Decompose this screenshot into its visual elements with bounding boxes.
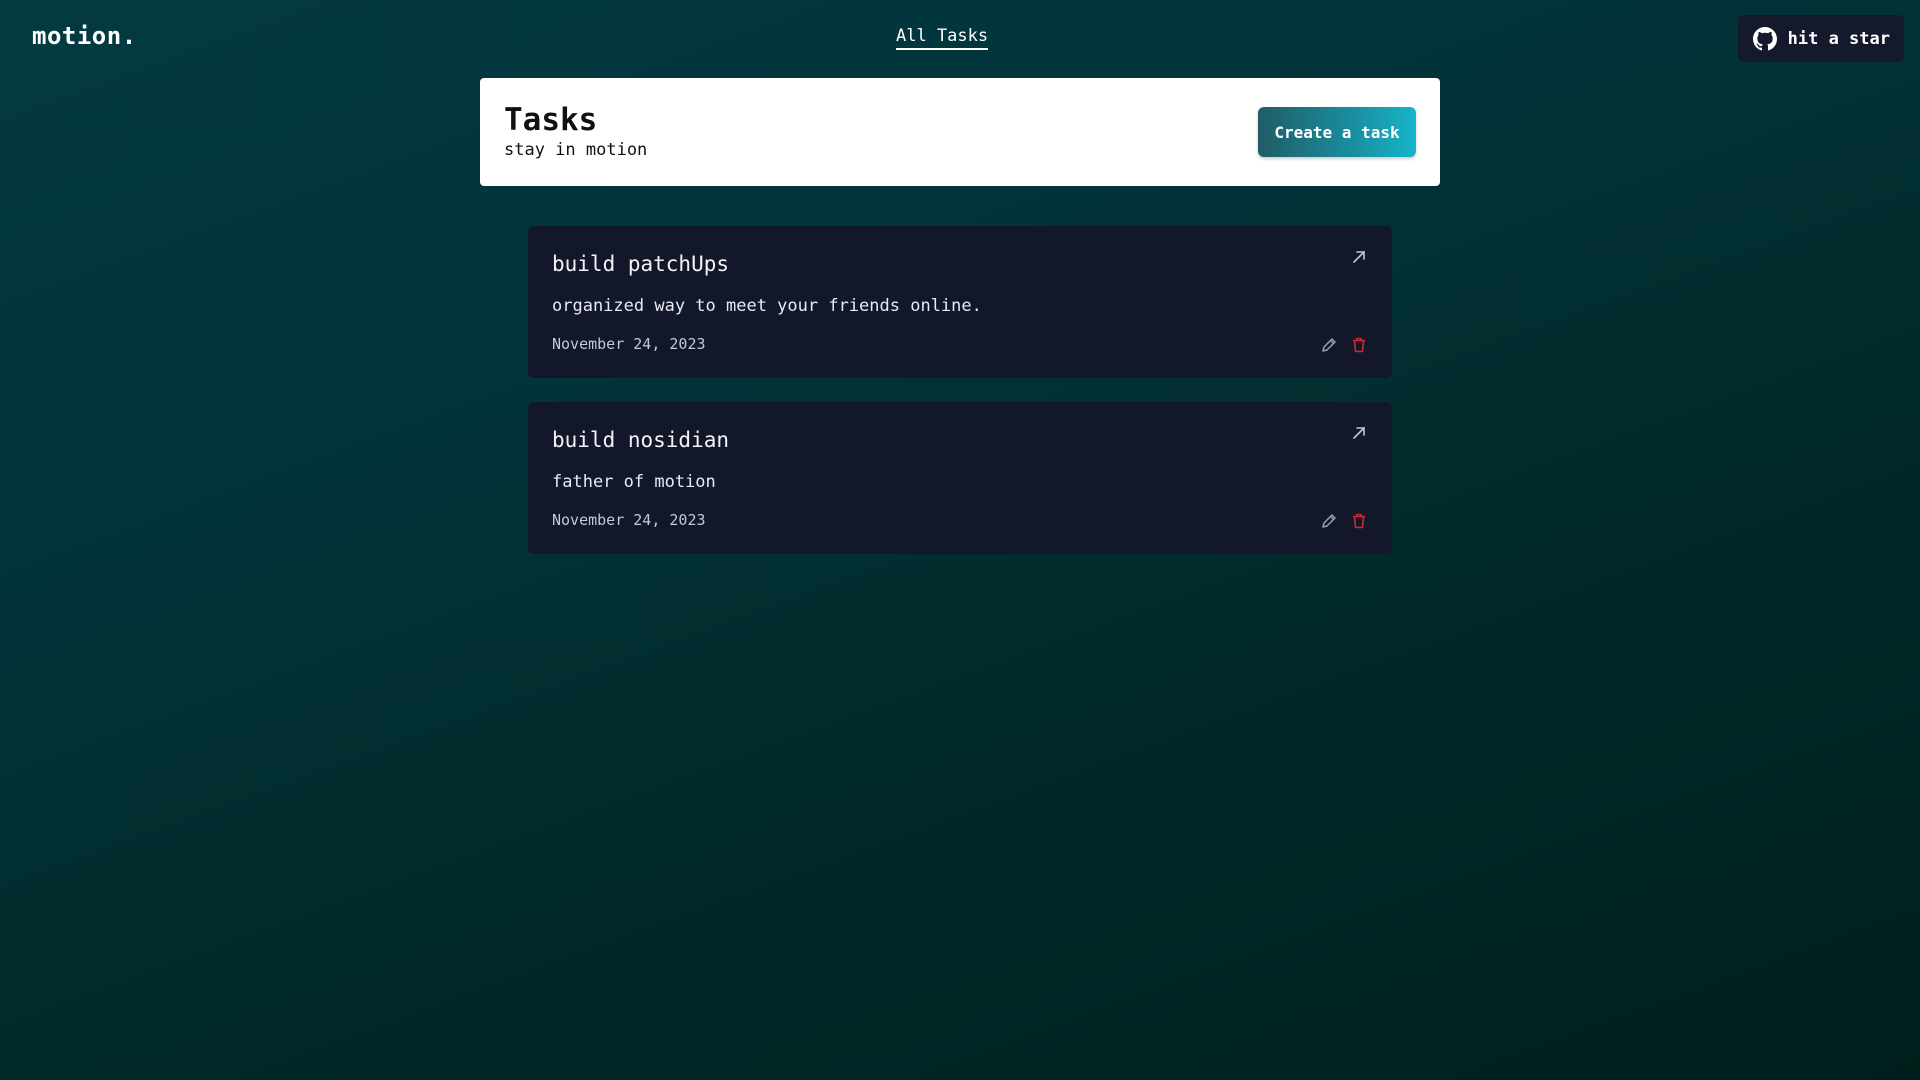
page-title: Tasks (504, 102, 598, 138)
edit-pencil-icon[interactable] (1318, 334, 1340, 356)
page-subtitle: stay in motion (504, 140, 648, 160)
task-date: November 24, 2023 (552, 335, 706, 353)
delete-trash-icon[interactable] (1348, 510, 1370, 532)
task-card: build patchUps organized way to meet you… (528, 226, 1392, 378)
task-description: organized way to meet your friends onlin… (552, 296, 982, 316)
edit-pencil-icon[interactable] (1318, 510, 1340, 532)
task-title: build nosidian (552, 428, 730, 452)
task-description: father of motion (552, 472, 716, 492)
github-star-label: hit a star (1787, 28, 1890, 49)
create-task-button[interactable]: Create a task (1258, 107, 1416, 157)
top-bar: motion. All Tasks hit a star (0, 0, 1920, 78)
github-icon (1752, 26, 1778, 52)
nav-all-tasks-link[interactable]: All Tasks (896, 26, 989, 50)
task-list: build patchUps organized way to meet you… (528, 226, 1392, 578)
task-card: build nosidian father of motion November… (528, 402, 1392, 554)
tasks-header-card: Tasks stay in motion Create a task (480, 78, 1440, 186)
open-task-arrow-icon[interactable] (1348, 246, 1370, 268)
open-task-arrow-icon[interactable] (1348, 422, 1370, 444)
task-title: build patchUps (552, 252, 730, 276)
app-logo[interactable]: motion. (32, 22, 137, 50)
github-star-button[interactable]: hit a star (1737, 15, 1904, 62)
task-date: November 24, 2023 (552, 511, 706, 529)
delete-trash-icon[interactable] (1348, 334, 1370, 356)
